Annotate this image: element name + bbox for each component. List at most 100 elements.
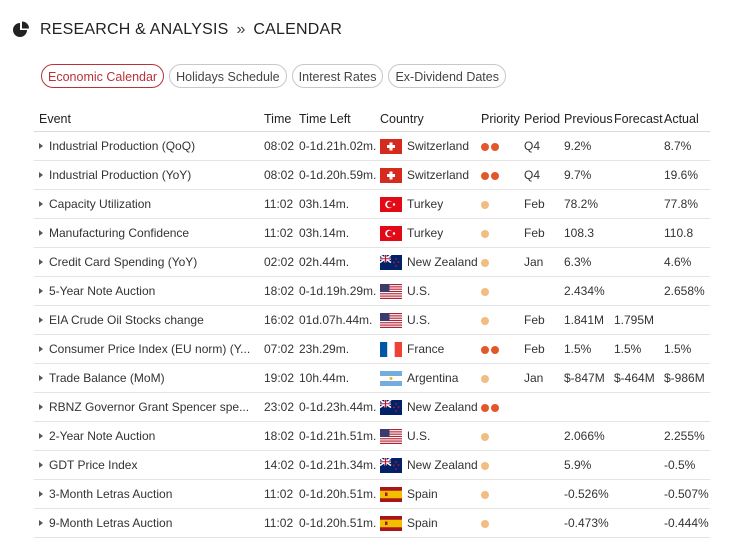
event-cell[interactable]: Industrial Production (YoY) xyxy=(34,160,264,190)
event-cell[interactable]: 3-Month Letras Auction xyxy=(34,479,264,509)
expand-arrow-icon[interactable] xyxy=(39,201,43,207)
event-cell[interactable]: Industrial Production (QoQ) xyxy=(34,131,264,161)
table-row[interactable]: GDT Price Index 14:02 0-1d.21h.34m. New Zea… xyxy=(34,450,710,480)
event-previous: 78.2% xyxy=(564,189,614,219)
expand-arrow-icon[interactable] xyxy=(39,288,43,294)
event-time: 23:02 xyxy=(264,392,299,422)
event-cell[interactable]: 2-Year Note Auction xyxy=(34,421,264,451)
column-header-forecast[interactable]: Forecast xyxy=(614,106,664,132)
expand-arrow-icon[interactable] xyxy=(39,433,43,439)
country-name: Turkey xyxy=(407,197,444,211)
column-header-time[interactable]: Time xyxy=(264,106,299,132)
expand-arrow-icon[interactable] xyxy=(39,346,43,352)
event-cell[interactable]: 9-Month Letras Auction xyxy=(34,508,264,538)
column-header-country[interactable]: Country xyxy=(380,106,481,132)
table-row[interactable]: 9-Month Letras Auction 11:02 0-1d.20h.51m.… xyxy=(34,508,710,538)
event-period: Feb xyxy=(524,334,564,364)
expand-arrow-icon[interactable] xyxy=(39,462,43,468)
event-time: 11:02 xyxy=(264,189,299,219)
column-header-priority[interactable]: Priority xyxy=(481,106,524,132)
table-row[interactable]: Industrial Production (QoQ) 08:02 0-1d.21h… xyxy=(34,131,710,161)
event-forecast xyxy=(614,479,664,509)
tab-economic-calendar[interactable]: Economic Calendar xyxy=(41,64,165,88)
expand-arrow-icon[interactable] xyxy=(39,172,43,178)
event-forecast xyxy=(614,450,664,480)
event-cell[interactable]: RBNZ Governor Grant Spencer spe... xyxy=(34,392,264,422)
event-time: 16:02 xyxy=(264,305,299,335)
priority-cell xyxy=(481,363,524,393)
column-header-actual[interactable]: Actual xyxy=(664,106,710,132)
event-name: 9-Month Letras Auction xyxy=(49,516,173,530)
table-row[interactable]: Credit Card Spending (YoY) 02:02 02h.44m. N… xyxy=(34,247,710,277)
country-cell: Argentina xyxy=(380,363,481,393)
expand-arrow-icon[interactable] xyxy=(39,520,43,526)
event-forecast xyxy=(614,247,664,277)
expand-arrow-icon[interactable] xyxy=(39,259,43,265)
event-previous: 9.2% xyxy=(564,131,614,161)
breadcrumb-section[interactable]: RESEARCH & ANALYSIS xyxy=(40,21,228,39)
event-cell[interactable]: Manufacturing Confidence xyxy=(34,218,264,248)
table-row[interactable]: EIA Crude Oil Stocks change 16:02 01d.07h.… xyxy=(34,305,710,335)
table-row[interactable]: Industrial Production (YoY) 08:02 0-1d.20h… xyxy=(34,160,710,190)
event-period: Feb xyxy=(524,305,564,335)
expand-arrow-icon[interactable] xyxy=(39,491,43,497)
expand-arrow-icon[interactable] xyxy=(39,317,43,323)
column-header-previous[interactable]: Previous xyxy=(564,106,614,132)
tab-ex-dividend-dates[interactable]: Ex-Dividend Dates xyxy=(388,64,506,88)
priority-dot-icon xyxy=(481,258,489,267)
expand-arrow-icon[interactable] xyxy=(39,404,43,410)
event-time: 11:02 xyxy=(264,479,299,509)
table-row[interactable]: RBNZ Governor Grant Spencer spe... 23:02 0… xyxy=(34,392,710,422)
expand-arrow-icon[interactable] xyxy=(39,375,43,381)
event-cell[interactable]: Credit Card Spending (YoY) xyxy=(34,247,264,277)
expand-arrow-icon[interactable] xyxy=(39,143,43,149)
nz-flag-icon xyxy=(380,254,402,270)
event-cell[interactable]: EIA Crude Oil Stocks change xyxy=(34,305,264,335)
event-actual: 4.6% xyxy=(664,247,710,277)
ar-flag-icon xyxy=(380,370,402,386)
table-row[interactable]: Manufacturing Confidence 11:02 03h.14m. Tur… xyxy=(34,218,710,248)
table-row[interactable]: Trade Balance (MoM) 19:02 10h.44m. Argentin… xyxy=(34,363,710,393)
fr-flag-icon xyxy=(380,341,402,357)
country-name: U.S. xyxy=(407,284,431,298)
country-name: U.S. xyxy=(407,429,431,443)
ch-flag-icon xyxy=(380,167,402,183)
event-cell[interactable]: Consumer Price Index (EU norm) (Y... xyxy=(34,334,264,364)
event-previous: 5.9% xyxy=(564,450,614,480)
column-header-time-left[interactable]: Time Left xyxy=(299,106,380,132)
event-forecast: 1.5% xyxy=(614,334,664,364)
country-name: U.S. xyxy=(407,313,431,327)
event-time-left: 01d.07h.44m. xyxy=(299,305,380,335)
country-cell: France xyxy=(380,334,481,364)
table-row[interactable]: 3-Month Letras Auction 11:02 0-1d.20h.51m.… xyxy=(34,479,710,509)
column-header-event[interactable]: Event xyxy=(34,106,264,132)
priority-dot-icon xyxy=(481,490,489,499)
tab-interest-rates[interactable]: Interest Rates xyxy=(291,64,384,88)
event-name: 2-Year Note Auction xyxy=(49,429,156,443)
table-row[interactable]: Consumer Price Index (EU norm) (Y... 07:0… xyxy=(34,334,710,364)
table-row[interactable]: 2-Year Note Auction 18:02 0-1d.21h.51m. U.S… xyxy=(34,421,710,451)
event-forecast xyxy=(614,189,664,219)
event-forecast: $-464M xyxy=(614,363,664,393)
es-flag-icon xyxy=(380,515,402,531)
event-name: GDT Price Index xyxy=(49,458,138,472)
event-time-left: 0-1d.21h.02m. xyxy=(299,131,380,161)
column-header-period[interactable]: Period xyxy=(524,106,564,132)
event-cell[interactable]: 5-Year Note Auction xyxy=(34,276,264,306)
event-actual: 8.7% xyxy=(664,131,710,161)
event-cell[interactable]: Capacity Utilization xyxy=(34,189,264,219)
event-time-left: 0-1d.19h.29m. xyxy=(299,276,380,306)
event-period xyxy=(524,508,564,538)
expand-arrow-icon[interactable] xyxy=(39,230,43,236)
table-row[interactable]: 5-Year Note Auction 18:02 0-1d.19h.29m. U.S… xyxy=(34,276,710,306)
event-actual: -0.444% xyxy=(664,508,710,538)
event-time-left: 0-1d.23h.44m. xyxy=(299,392,380,422)
event-cell[interactable]: Trade Balance (MoM) xyxy=(34,363,264,393)
event-cell[interactable]: GDT Price Index xyxy=(34,450,264,480)
event-actual: 2.658% xyxy=(664,276,710,306)
tab-holidays-schedule[interactable]: Holidays Schedule xyxy=(169,64,287,88)
event-previous: 6.3% xyxy=(564,247,614,277)
table-row[interactable]: Capacity Utilization 11:02 03h.14m. Turkey F… xyxy=(34,189,710,219)
pie-chart-icon xyxy=(13,21,29,37)
us-flag-icon xyxy=(380,428,402,444)
